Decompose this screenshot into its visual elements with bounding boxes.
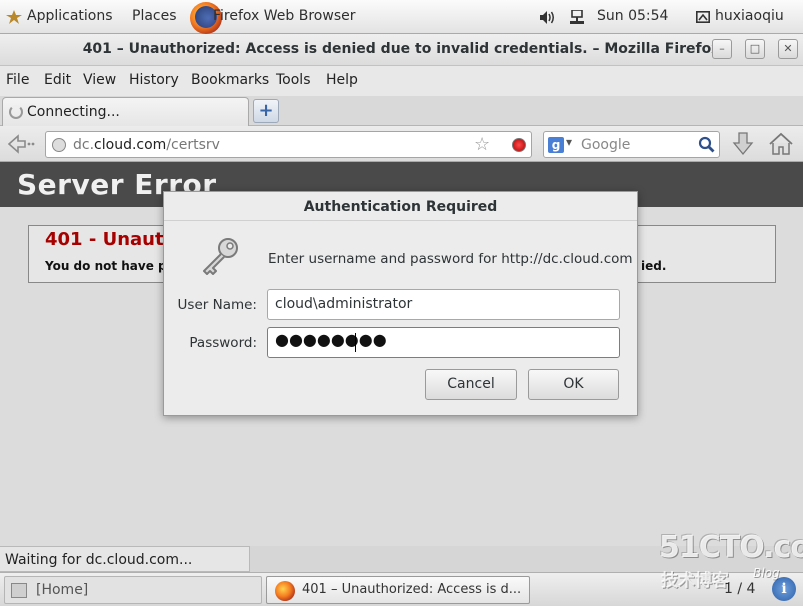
bottom-taskbar: [Home] 401 – Unauthorized: Access is d..…: [0, 572, 803, 606]
password-label: Password:: [189, 335, 257, 351]
volume-icon[interactable]: [540, 11, 556, 24]
new-tab-button[interactable]: +: [253, 99, 279, 123]
menubar: File Edit View History Bookmarks Tools H…: [0, 66, 803, 96]
menu-view[interactable]: View: [83, 72, 116, 88]
search-icon[interactable]: [698, 136, 715, 153]
tab-bar: Connecting... +: [0, 96, 803, 126]
close-window-button[interactable]: ✕: [778, 39, 798, 59]
back-button[interactable]: [6, 132, 36, 156]
username-field[interactable]: cloud\administrator: [267, 289, 620, 320]
status-bar: Waiting for dc.cloud.com...: [0, 546, 250, 572]
ok-button[interactable]: OK: [528, 369, 619, 400]
search-bar[interactable]: g ▾ Google: [543, 131, 720, 158]
taskbar-home-window[interactable]: [Home]: [4, 576, 262, 604]
menu-edit[interactable]: Edit: [44, 72, 71, 88]
message-tray-info-icon[interactable]: i: [772, 577, 796, 601]
file-manager-icon: [11, 583, 27, 598]
authentication-dialog: Authentication Required Enter username a…: [163, 191, 638, 416]
top-panel: Applications Places Firefox Web Browser …: [0, 0, 803, 34]
cancel-button[interactable]: Cancel: [425, 369, 517, 400]
key-icon: [203, 238, 238, 275]
url-bar[interactable]: dc.cloud.com/certsrv ☆: [45, 131, 532, 158]
applications-icon: [6, 10, 22, 24]
menu-file[interactable]: File: [6, 72, 29, 88]
window-titlebar: 401 – Unauthorized: Access is denied due…: [0, 34, 803, 66]
window-title: 401 – Unauthorized: Access is denied due…: [82, 41, 721, 57]
menu-help[interactable]: Help: [326, 72, 358, 88]
search-input[interactable]: Google: [581, 137, 630, 153]
applications-menu[interactable]: Applications: [27, 8, 113, 24]
search-engine-dropdown-icon[interactable]: ▾: [566, 135, 572, 149]
active-app-menu[interactable]: Firefox Web Browser: [213, 8, 356, 24]
places-menu[interactable]: Places: [132, 8, 177, 24]
menu-tools[interactable]: Tools: [276, 72, 311, 88]
bookmark-star-icon[interactable]: ☆: [474, 134, 490, 155]
firefox-icon: [275, 581, 295, 601]
dialog-title: Authentication Required: [303, 199, 498, 215]
error-message: You do not have pe: [45, 259, 175, 273]
taskbar-home-label: [Home]: [36, 582, 89, 598]
navigation-toolbar: dc.cloud.com/certsrv ☆ g ▾ Google: [0, 126, 803, 162]
dialog-prompt: Enter username and password for http://d…: [268, 251, 633, 267]
username-label: User Name:: [177, 297, 257, 313]
home-icon[interactable]: [768, 131, 794, 157]
user-menu-icon: [696, 11, 710, 23]
stop-icon[interactable]: [512, 138, 526, 152]
password-mask: ●●●●●●●●: [275, 330, 387, 349]
dialog-divider: [164, 220, 637, 221]
maximize-button[interactable]: □: [745, 39, 765, 59]
clock[interactable]: Sun 05:54: [597, 8, 668, 24]
tab-connecting[interactable]: Connecting...: [2, 97, 249, 126]
user-menu[interactable]: huxiaoqiu: [715, 8, 784, 24]
taskbar-firefox-window[interactable]: 401 – Unauthorized: Access is d...: [266, 576, 530, 604]
taskbar-firefox-label: 401 – Unauthorized: Access is d...: [302, 582, 522, 597]
loading-spinner-icon: [9, 105, 23, 119]
workspace-indicator[interactable]: 1 / 4: [724, 581, 755, 597]
text-caret: [355, 333, 356, 352]
status-text: Waiting for dc.cloud.com...: [5, 552, 193, 568]
menu-bookmarks[interactable]: Bookmarks: [191, 72, 269, 88]
minimize-button[interactable]: –: [712, 39, 732, 59]
site-identity-icon[interactable]: [52, 138, 66, 152]
error-message-end: ied.: [641, 259, 667, 273]
url-text[interactable]: dc.cloud.com/certsrv: [73, 137, 220, 153]
google-icon[interactable]: g: [548, 137, 564, 153]
password-field[interactable]: ●●●●●●●●: [267, 327, 620, 358]
network-icon[interactable]: [570, 10, 584, 25]
tab-label: Connecting...: [27, 104, 120, 120]
downloads-icon[interactable]: [731, 131, 755, 157]
menu-history[interactable]: History: [129, 72, 179, 88]
